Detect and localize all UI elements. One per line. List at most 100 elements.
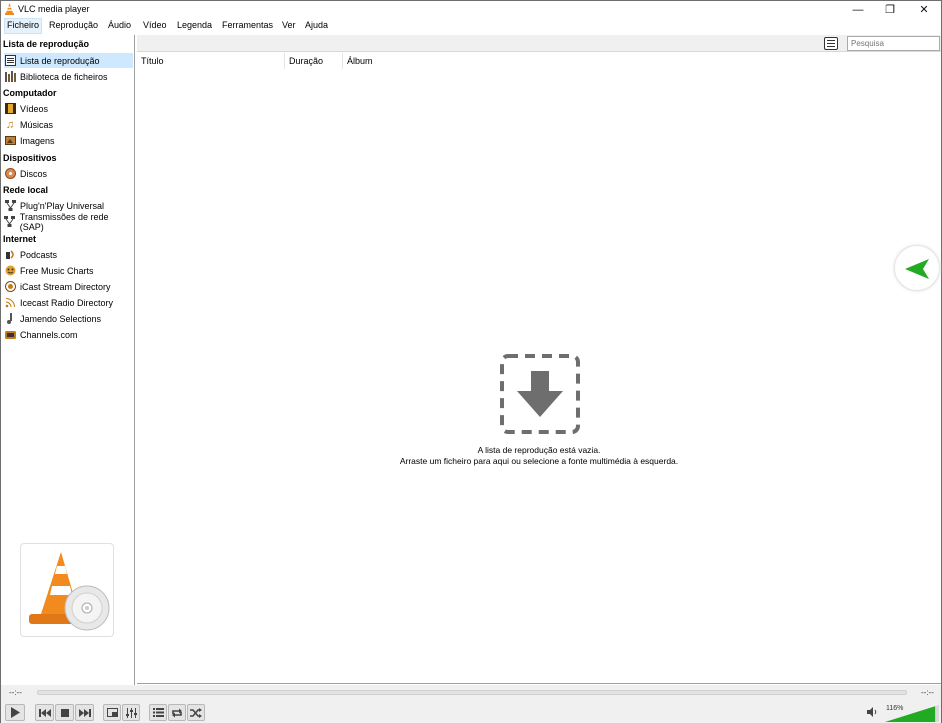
sidebar: Lista de reprodução Lista de reprodução … xyxy=(1,35,135,685)
loop-button[interactable] xyxy=(168,704,186,721)
menu-ficheiro[interactable]: Ficheiro xyxy=(4,18,43,34)
sidebar-item-label: Icecast Radio Directory xyxy=(20,297,114,308)
sidebar-item-discs[interactable]: Discos xyxy=(4,166,133,181)
playlist-pane: Título Duração Álbum A lista de reproduç… xyxy=(137,53,941,684)
speaker-icon[interactable] xyxy=(867,707,879,717)
extended-settings-button[interactable] xyxy=(122,704,140,721)
next-icon xyxy=(78,708,91,717)
network-icon xyxy=(4,216,16,228)
previous-icon xyxy=(38,708,51,717)
toggle-sidebar-button[interactable] xyxy=(894,245,940,291)
empty-playlist-hint: Arraste um ficheiro para aqui ou selecio… xyxy=(399,456,679,466)
column-header-duration[interactable]: Duração xyxy=(285,53,343,69)
channels-icon xyxy=(4,329,16,341)
play-button[interactable] xyxy=(5,704,25,721)
network-icon xyxy=(4,200,16,212)
stop-icon xyxy=(60,708,69,717)
restore-button[interactable]: ❐ xyxy=(873,1,907,18)
vlc-cone-with-disc-icon xyxy=(29,552,110,631)
sidebar-item-playlist[interactable]: Lista de reprodução xyxy=(4,53,133,68)
sidebar-item-label: Músicas xyxy=(20,119,54,130)
search-input[interactable] xyxy=(847,36,940,51)
toggle-playlist-button[interactable] xyxy=(149,704,167,721)
sidebar-item-images[interactable]: Imagens xyxy=(4,133,133,148)
sidebar-item-label: Podcasts xyxy=(20,249,58,260)
sidebar-item-label: Vídeos xyxy=(20,103,49,114)
close-icon: ✕ xyxy=(919,4,929,16)
loop-icon xyxy=(172,708,182,717)
sidebar-item-label: Jamendo Selections xyxy=(20,313,102,324)
sidebar-item-channels[interactable]: Channels.com xyxy=(4,327,133,342)
equalizer-icon xyxy=(125,707,137,718)
next-button[interactable] xyxy=(75,704,94,721)
podcast-icon xyxy=(4,249,16,261)
library-icon xyxy=(4,71,16,83)
album-art-placeholder xyxy=(20,543,114,637)
shuffle-button[interactable] xyxy=(187,704,205,721)
sidebar-item-label: Biblioteca de ficheiros xyxy=(20,71,108,82)
film-icon xyxy=(4,103,16,115)
sidebar-item-freemusic[interactable]: Free Music Charts xyxy=(4,263,133,278)
sidebar-item-label: Free Music Charts xyxy=(20,265,94,276)
menu-reproducao[interactable]: Reprodução xyxy=(47,18,100,34)
previous-button[interactable] xyxy=(35,704,54,721)
sidebar-item-videos[interactable]: Vídeos xyxy=(4,101,133,116)
shuffle-icon xyxy=(190,707,202,718)
minimize-button[interactable]: — xyxy=(841,1,875,18)
playlist-icon xyxy=(4,55,16,67)
green-arrow-left-icon xyxy=(905,259,929,279)
window-title: VLC media player xyxy=(18,4,90,14)
playlist-view-button[interactable] xyxy=(824,37,838,50)
vlc-window: VLC media player — ❐ ✕ Ficheiro Reproduç… xyxy=(0,0,942,723)
fullscreen-button[interactable] xyxy=(103,704,121,721)
menu-legenda[interactable]: Legenda xyxy=(175,18,214,34)
free-music-icon xyxy=(4,265,16,277)
disc-icon xyxy=(4,168,16,180)
sidebar-item-podcasts[interactable]: Podcasts xyxy=(4,247,133,262)
menu-ver[interactable]: Ver xyxy=(280,18,298,34)
playlist-list-icon xyxy=(152,708,164,717)
empty-playlist-title: A lista de reprodução está vazia. xyxy=(477,445,601,455)
restore-icon: ❐ xyxy=(885,4,895,16)
vlc-cone-icon xyxy=(5,3,14,15)
column-header-album[interactable]: Álbum xyxy=(343,53,941,69)
sidebar-item-sap[interactable]: Transmissões de rede (SAP) xyxy=(4,211,133,232)
section-playlist: Lista de reprodução xyxy=(3,39,90,49)
image-icon xyxy=(4,135,16,147)
sidebar-item-label: Imagens xyxy=(20,135,55,146)
menu-audio[interactable]: Áudio xyxy=(106,18,133,34)
section-internet: Internet xyxy=(3,234,37,244)
fullscreen-icon xyxy=(106,708,118,717)
volume-percent: 116% xyxy=(886,705,904,712)
menu-ajuda[interactable]: Ajuda xyxy=(303,18,330,34)
controls-bar: 116% xyxy=(1,701,941,723)
stop-button[interactable] xyxy=(55,704,74,721)
music-note-icon: ♫ xyxy=(5,118,15,131)
title-bar: VLC media player — ❐ ✕ xyxy=(1,1,941,18)
sidebar-item-jamendo[interactable]: Jamendo Selections xyxy=(4,311,133,326)
sidebar-item-label: Plug'n'Play Universal xyxy=(20,200,104,211)
play-icon xyxy=(11,707,20,718)
sidebar-item-label: Discos xyxy=(20,168,48,179)
jamendo-icon xyxy=(4,313,16,325)
section-lan: Rede local xyxy=(3,185,49,195)
seek-slider[interactable] xyxy=(37,690,907,695)
seek-row: --:-- --:-- xyxy=(1,685,941,701)
sidebar-item-music[interactable]: ♫ Músicas xyxy=(4,117,133,132)
sidebar-item-label: Transmissões de rede (SAP) xyxy=(19,211,109,232)
sidebar-item-icast[interactable]: iCast Stream Directory xyxy=(4,279,133,294)
menu-video[interactable]: Vídeo xyxy=(141,18,169,34)
icast-icon xyxy=(4,281,16,293)
close-button[interactable]: ✕ xyxy=(907,1,941,18)
elapsed-time: --:-- xyxy=(9,688,22,697)
menu-ferramentas[interactable]: Ferramentas xyxy=(220,18,275,34)
minimize-icon: — xyxy=(852,3,864,16)
section-computer: Computador xyxy=(3,88,57,98)
sidebar-item-icecast[interactable]: Icecast Radio Directory xyxy=(4,295,133,310)
sidebar-item-library[interactable]: Biblioteca de ficheiros xyxy=(4,69,133,84)
playlist-toolbar xyxy=(137,35,941,52)
sidebar-item-label: Channels.com xyxy=(20,329,78,340)
radio-waves-icon xyxy=(4,297,16,309)
sidebar-item-label: iCast Stream Directory xyxy=(20,281,111,292)
column-header-title[interactable]: Título xyxy=(137,53,285,69)
